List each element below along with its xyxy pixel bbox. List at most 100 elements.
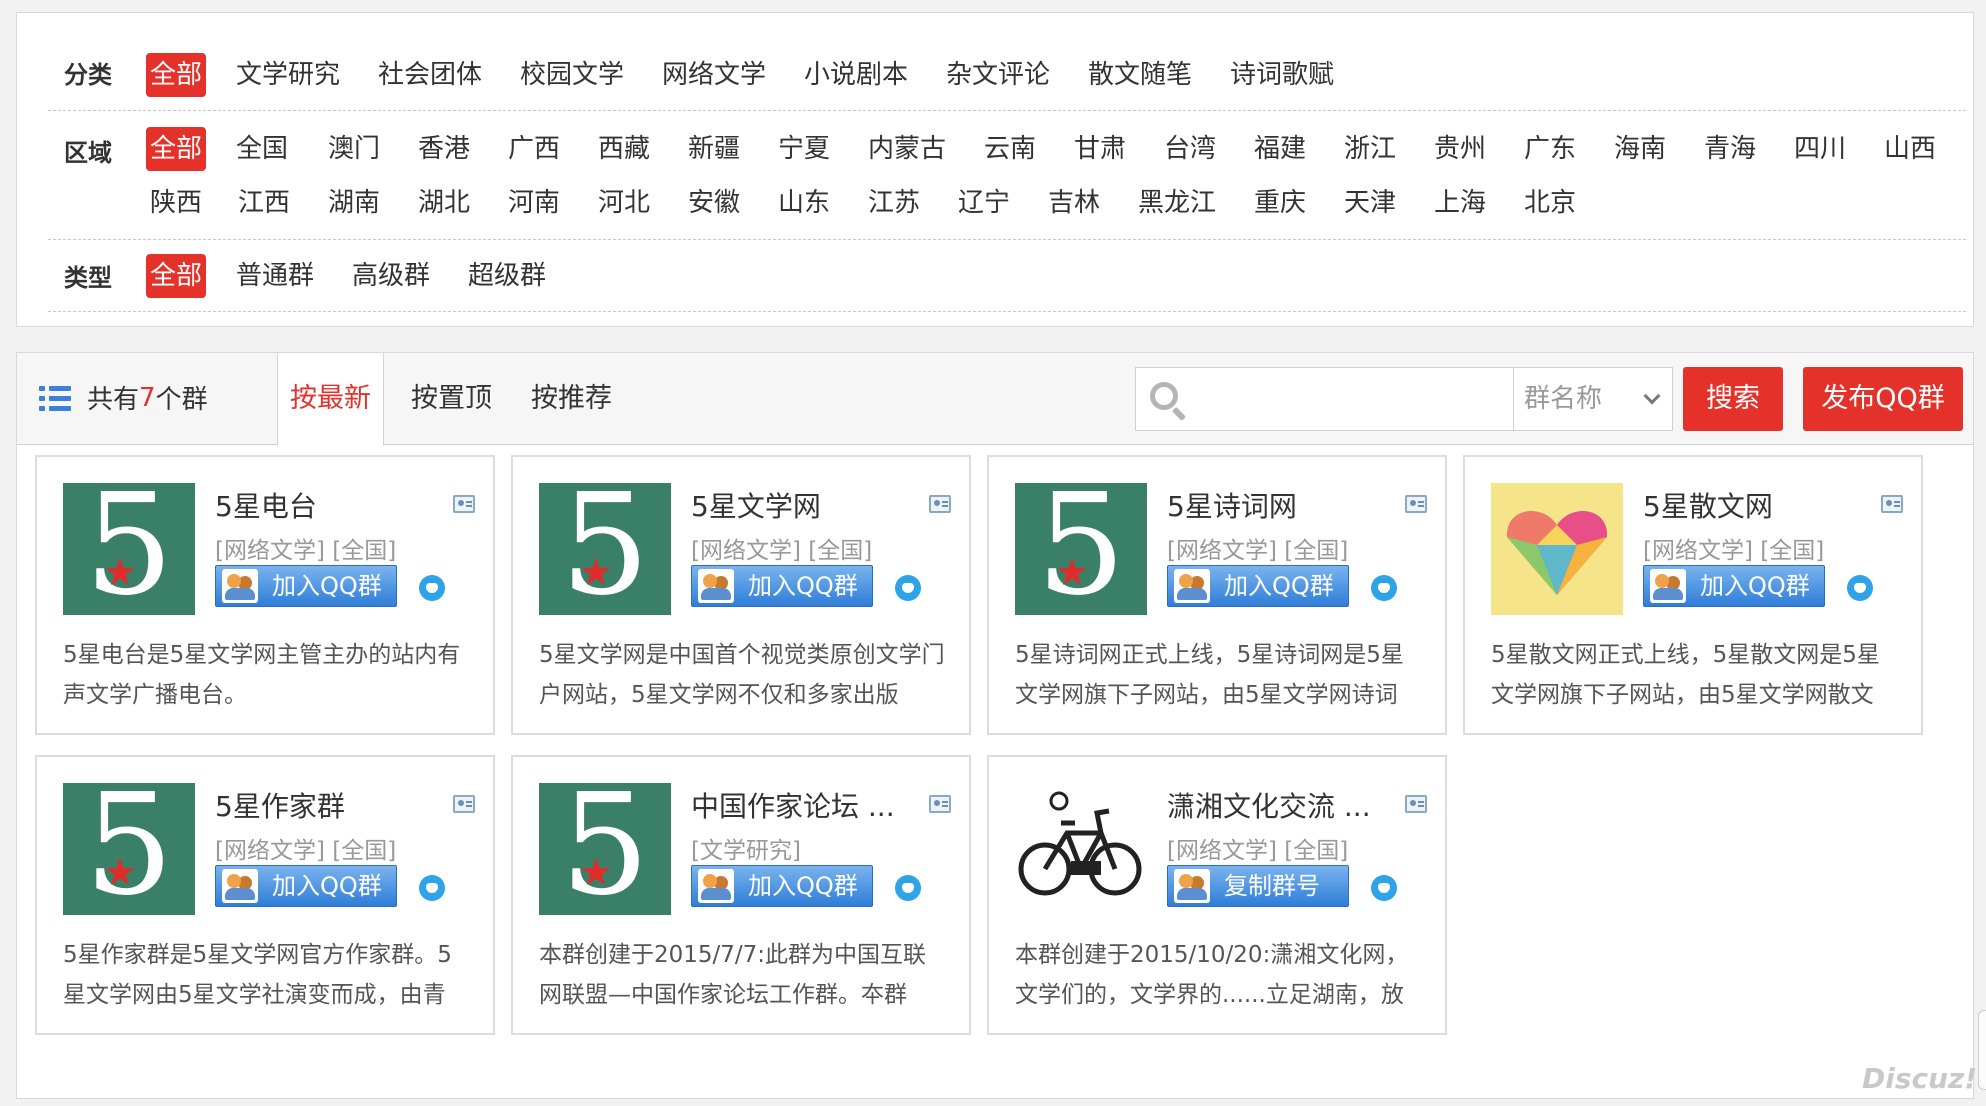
group-card[interactable]: 5 ★ 5星文学网 [网络文学] [全国] 加入QQ群 5星文学网是中国首个视觉类原创文学… xyxy=(511,455,971,735)
region-row2-option-15[interactable]: 北京 xyxy=(1524,181,1576,225)
group-card[interactable]: 5 ★ 5星电台 [网络文学] [全国] 加入QQ群 5星电台是5星文学网主管主办的站内有… xyxy=(35,455,495,735)
verified-icon xyxy=(1847,575,1873,601)
join-group-button[interactable]: 加入QQ群 xyxy=(691,565,873,607)
search-field-select[interactable]: 群名称 xyxy=(1513,367,1673,431)
join-group-button[interactable]: 加入QQ群 xyxy=(215,865,397,907)
group-avatar[interactable]: 5 ★ xyxy=(539,483,671,615)
region-option-7[interactable]: 宁夏 xyxy=(778,127,830,171)
region-row2-option-9[interactable]: 辽宁 xyxy=(958,181,1010,225)
region-option-9[interactable]: 云南 xyxy=(984,127,1036,171)
type-option-0[interactable]: 全部 xyxy=(146,254,207,298)
group-card[interactable]: 5 ★ 中国作家论坛 ... [文学研究] 加入QQ群 本群创建于2015/7/7:此群为… xyxy=(511,755,971,1035)
region-row2-option-4[interactable]: 河南 xyxy=(508,181,560,225)
region-option-17[interactable]: 青海 xyxy=(1704,127,1756,171)
region-option-4[interactable]: 广西 xyxy=(508,127,560,171)
region-row2-option-6[interactable]: 安徽 xyxy=(688,181,740,225)
search-input[interactable] xyxy=(1196,376,1506,422)
region-option-1[interactable]: 全国 xyxy=(236,127,288,171)
heart-logo-icon xyxy=(1491,483,1623,615)
region-option-14[interactable]: 贵州 xyxy=(1434,127,1486,171)
group-avatar[interactable] xyxy=(1015,783,1147,915)
type-option-2[interactable]: 高级群 xyxy=(352,254,430,298)
category-option-1[interactable]: 文学研究 xyxy=(236,53,340,97)
group-title[interactable]: 潇湘文化交流 ... xyxy=(1167,785,1371,825)
region-row2-option-14[interactable]: 上海 xyxy=(1434,181,1486,225)
region-option-18[interactable]: 四川 xyxy=(1794,127,1846,171)
group-avatar[interactable]: 5 ★ xyxy=(1015,483,1147,615)
group-card[interactable]: 5星散文网 [网络文学] [全国] 加入QQ群 5星散文网正式上线，5星散文网是5星文… xyxy=(1463,455,1923,735)
region-row2-option-7[interactable]: 山东 xyxy=(778,181,830,225)
group-card[interactable]: 5 ★ 5星诗词网 [网络文学] [全国] 加入QQ群 5星诗词网正式上线，5星诗词网是5… xyxy=(987,455,1447,735)
category-option-3[interactable]: 校园文学 xyxy=(520,53,624,97)
region-option-5[interactable]: 西藏 xyxy=(598,127,650,171)
region-option-2[interactable]: 澳门 xyxy=(328,127,380,171)
tab-pinned[interactable]: 按置顶 xyxy=(411,353,492,445)
qq-group-icon xyxy=(222,869,258,903)
tab-recommended[interactable]: 按推荐 xyxy=(531,353,612,445)
category-option-7[interactable]: 散文随笔 xyxy=(1088,53,1192,97)
group-card[interactable]: 5 ★ 5星作家群 [网络文学] [全国] 加入QQ群 5星作家群是5星文学网官方作家群。… xyxy=(35,755,495,1035)
region-option-15[interactable]: 广东 xyxy=(1524,127,1576,171)
group-card-icon[interactable] xyxy=(1405,795,1427,813)
group-avatar[interactable]: 5 ★ xyxy=(539,783,671,915)
group-title[interactable]: 5星作家群 xyxy=(215,785,345,825)
category-option-6[interactable]: 杂文评论 xyxy=(946,53,1050,97)
region-row2-option-13[interactable]: 天津 xyxy=(1344,181,1396,225)
group-card-icon[interactable] xyxy=(453,495,475,513)
region-row2-option-2[interactable]: 湖南 xyxy=(328,181,380,225)
group-title[interactable]: 5星诗词网 xyxy=(1167,485,1297,525)
group-avatar[interactable] xyxy=(1491,483,1623,615)
type-option-1[interactable]: 普通群 xyxy=(236,254,314,298)
scroll-handle[interactable] xyxy=(1978,1010,1986,1090)
region-row2-option-11[interactable]: 黑龙江 xyxy=(1138,181,1216,225)
group-card-icon[interactable] xyxy=(1881,495,1903,513)
region-row2-option-10[interactable]: 吉林 xyxy=(1048,181,1100,225)
group-title[interactable]: 中国作家论坛 ... xyxy=(691,785,895,825)
group-meta: [网络文学] [全国] xyxy=(215,538,397,564)
tab-newest[interactable]: 按最新 xyxy=(277,353,384,446)
region-option-10[interactable]: 甘肃 xyxy=(1074,127,1126,171)
region-option-19[interactable]: 山西 xyxy=(1884,127,1936,171)
category-option-5[interactable]: 小说剧本 xyxy=(804,53,908,97)
group-title[interactable]: 5星文学网 xyxy=(691,485,821,525)
category-option-0[interactable]: 全部 xyxy=(146,53,207,97)
group-meta: [网络文学] [全国] xyxy=(215,838,397,864)
region-row2-option-5[interactable]: 河北 xyxy=(598,181,650,225)
group-avatar[interactable]: 5 ★ xyxy=(63,483,195,615)
category-option-4[interactable]: 网络文学 xyxy=(662,53,766,97)
list-icon xyxy=(39,384,71,412)
region-option-8[interactable]: 内蒙古 xyxy=(868,127,946,171)
region-row2-option-8[interactable]: 江苏 xyxy=(868,181,920,225)
join-group-button[interactable]: 加入QQ群 xyxy=(215,565,397,607)
region-row2-option-3[interactable]: 湖北 xyxy=(418,181,470,225)
group-card-icon[interactable] xyxy=(929,795,951,813)
group-title[interactable]: 5星散文网 xyxy=(1643,485,1773,525)
join-group-button[interactable]: 加入QQ群 xyxy=(1167,565,1349,607)
group-card-icon[interactable] xyxy=(929,495,951,513)
group-avatar[interactable]: 5 ★ xyxy=(63,783,195,915)
group-title[interactable]: 5星电台 xyxy=(215,485,317,525)
category-option-8[interactable]: 诗词歌赋 xyxy=(1230,53,1334,97)
region-option-12[interactable]: 福建 xyxy=(1254,127,1306,171)
join-group-button[interactable]: 复制群号 xyxy=(1167,865,1349,907)
region-option-16[interactable]: 海南 xyxy=(1614,127,1666,171)
category-option-2[interactable]: 社会团体 xyxy=(378,53,482,97)
region-option-13[interactable]: 浙江 xyxy=(1344,127,1396,171)
join-group-button[interactable]: 加入QQ群 xyxy=(691,865,873,907)
region-option-3[interactable]: 香港 xyxy=(418,127,470,171)
region-row2-option-1[interactable]: 江西 xyxy=(238,181,290,225)
group-card-icon[interactable] xyxy=(1405,495,1427,513)
join-group-button[interactable]: 加入QQ群 xyxy=(1643,565,1825,607)
publish-group-button[interactable]: 发布QQ群 xyxy=(1803,367,1963,431)
type-option-3[interactable]: 超级群 xyxy=(468,254,546,298)
group-card[interactable]: 潇湘文化交流 ... [网络文学] [全国] 复制群号 本群创建于2015/10/20… xyxy=(987,755,1447,1035)
region-option-11[interactable]: 台湾 xyxy=(1164,127,1216,171)
bicycle-logo-icon xyxy=(1015,783,1147,915)
region-option-0[interactable]: 全部 xyxy=(146,127,207,171)
search-button[interactable]: 搜索 xyxy=(1683,367,1783,431)
region-option-6[interactable]: 新疆 xyxy=(688,127,740,171)
group-card-icon[interactable] xyxy=(453,795,475,813)
region-row2-option-0[interactable]: 陕西 xyxy=(150,181,202,225)
region-row2-option-12[interactable]: 重庆 xyxy=(1254,181,1306,225)
group-meta: [网络文学] [全国] xyxy=(1643,538,1825,564)
